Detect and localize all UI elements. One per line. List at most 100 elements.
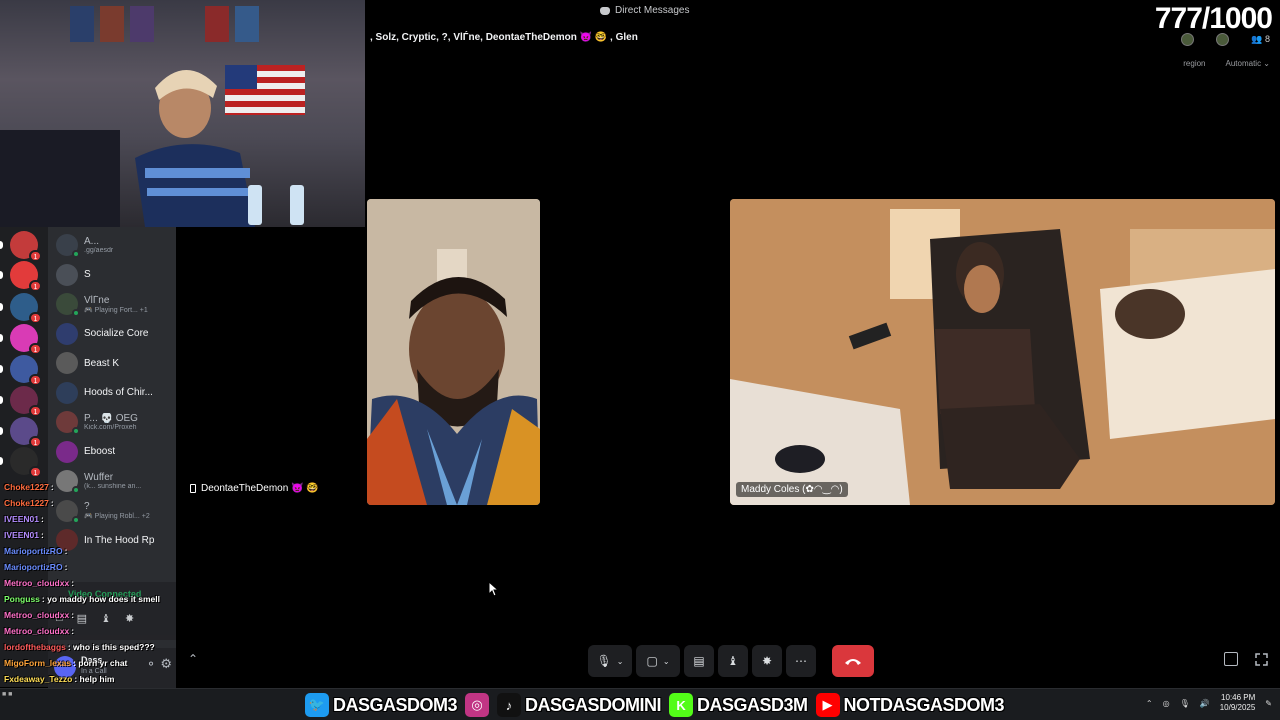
mute-button[interactable]: 🎙 ⌄: [588, 645, 632, 677]
screen-share-button[interactable]: ▤: [684, 645, 714, 677]
social-handle: NOTDASGASDOM3: [843, 694, 1005, 715]
unread-badge: 1: [29, 374, 42, 386]
poster-image: [70, 6, 94, 42]
participant-tile-video[interactable]: Maddy Coles (✿◠‿◠): [730, 199, 1275, 505]
status-dot: [72, 250, 80, 258]
dm-name: Hoods of Chir...: [84, 387, 153, 398]
chat-message: MarioportizRO:: [4, 562, 67, 572]
chat-message: Ponguss: yo maddy how does it smell: [4, 594, 160, 604]
camera-off-icon: ▢: [646, 654, 658, 668]
chat-username: Choke1227: [4, 482, 49, 492]
social-link: K DASGASD3M: [669, 693, 808, 717]
dm-list-item[interactable]: S: [56, 261, 174, 289]
unread-indicator: [0, 427, 3, 435]
chat-text: :: [50, 482, 54, 492]
dm-list-item[interactable]: A... .gg/aesdr: [56, 231, 174, 259]
unread-badge: 1: [29, 466, 42, 478]
streamer-webcam: [0, 0, 365, 227]
social-link: ◎: [465, 693, 490, 717]
fullscreen-icon[interactable]: [1255, 653, 1268, 666]
tile-name: DeontaeTheDemon 👿 🤓: [201, 483, 319, 494]
chevron-down-icon[interactable]: ⌄: [617, 657, 624, 666]
dm-list-item[interactable]: Hoods of Chir...: [56, 379, 174, 407]
clock[interactable]: 10:46 PM 10/9/2025: [1220, 693, 1256, 713]
water-bottle-image: [290, 185, 304, 225]
disconnect-button[interactable]: [832, 645, 874, 677]
chat-text: :: [71, 578, 75, 588]
notification-icon[interactable]: ✎: [1265, 699, 1272, 708]
status-dot: [72, 309, 80, 317]
phone-icon: [190, 484, 196, 493]
chevron-up-icon[interactable]: ⌃: [188, 652, 198, 666]
system-tray: ⌃ ◎ 🎙 🔊 10:46 PM 10/9/2025 ✎: [1146, 693, 1272, 713]
participants-count[interactable]: 👥 8: [1251, 34, 1270, 45]
server-icon[interactable]: 1: [10, 386, 42, 417]
chat-text: : porn yr chat: [73, 658, 128, 668]
soundboard-button[interactable]: ✸: [752, 645, 782, 677]
status-dot: [72, 427, 80, 435]
server-icon[interactable]: 1: [10, 355, 42, 386]
kick-icon: K: [669, 693, 694, 717]
avatar: [56, 263, 78, 286]
dm-name: P... 💀 OEG: [84, 413, 138, 424]
chevron-down-icon[interactable]: ⌄: [663, 657, 670, 666]
unread-indicator: [0, 241, 3, 249]
chat-username: Metroo_cloudxx: [4, 578, 70, 588]
avatar: [56, 293, 80, 317]
poster-image: [205, 6, 229, 42]
dm-list-item[interactable]: Beast K: [56, 349, 174, 377]
unread-indicator: [0, 365, 3, 373]
server-icon[interactable]: 1: [10, 324, 42, 355]
microphone-icon[interactable]: 🎙: [1180, 699, 1190, 708]
chat-username: IVEEN01: [4, 514, 39, 524]
camera-button[interactable]: ▢ ⌄: [636, 645, 680, 677]
desk-area: [0, 130, 120, 227]
instagram-icon: ◎: [465, 693, 490, 717]
network-icon[interactable]: ◎: [1163, 699, 1170, 708]
participant-video-figure: [367, 199, 540, 505]
server-icon[interactable]: 1: [10, 293, 42, 324]
dm-list-item[interactable]: VlЃne 🎮 Playing Fort... +1: [56, 290, 174, 318]
region-selector[interactable]: region Automatic ⌄: [1183, 59, 1270, 68]
soundboard-icon: ✸: [761, 654, 773, 668]
taskbar-left: ■ ■: [2, 691, 13, 698]
dm-list-item[interactable]: Eboost: [56, 438, 174, 466]
region-value[interactable]: Automatic ⌄: [1226, 59, 1271, 68]
chat-message: Fxdeaway_Tezzo: help him: [4, 674, 114, 684]
discord-icon: [600, 6, 610, 15]
chat-text: :: [64, 562, 68, 572]
chat-text: :: [71, 626, 75, 636]
chevron-up-icon[interactable]: ⌃: [1146, 699, 1153, 708]
dm-list-item[interactable]: P... 💀 OEG Kick.com/Proxeh: [56, 408, 174, 436]
server-icon[interactable]: 1: [10, 231, 42, 262]
dm-activity: 🎮 Playing Fort... +1: [84, 306, 148, 314]
chat-username: IVEEN01: [4, 530, 39, 540]
volume-icon[interactable]: 🔊: [1200, 699, 1210, 708]
chat-message: Metroo_cloudxx:: [4, 610, 74, 620]
more-button[interactable]: ⋯: [786, 645, 816, 677]
chat-text: : who is this sped???: [67, 642, 155, 652]
server-icon[interactable]: 1: [10, 447, 42, 478]
participant-tile-video[interactable]: [367, 199, 540, 505]
chat-text: :: [40, 530, 44, 540]
chat-username: Metroo_cloudxx: [4, 626, 70, 636]
chat-message: Choke1227:: [4, 498, 54, 508]
dm-list-item[interactable]: Socialize Core: [56, 320, 174, 348]
twitter-icon: 🐦: [305, 693, 329, 717]
tile-name: Maddy Coles (✿◠‿◠): [736, 482, 848, 497]
server-icon[interactable]: 1: [10, 261, 42, 292]
avatar[interactable]: [1181, 33, 1195, 46]
server-icon[interactable]: 1: [10, 417, 42, 448]
avatar[interactable]: [1216, 33, 1230, 46]
dm-header: Direct Messages: [600, 5, 689, 16]
popout-icon[interactable]: [1224, 652, 1238, 666]
dm-activity: Kick.com/Proxeh: [84, 424, 137, 431]
participant-tile-deontae-placeholder[interactable]: DeontaeTheDemon 👿 🤓: [190, 483, 319, 494]
chat-message: IVEEN01:: [4, 514, 44, 524]
unread-badge: 1: [29, 405, 42, 417]
taskbar: ■ ■ 🐦 DASGASDOM3 ◎ ♪ DASGASDOMINI K DASGASD3M ▶…: [0, 688, 1280, 720]
unread-indicator: [0, 303, 3, 311]
activity-button[interactable]: ♝: [718, 645, 748, 677]
dm-name: S: [84, 269, 91, 280]
chat-text: :: [40, 514, 44, 524]
